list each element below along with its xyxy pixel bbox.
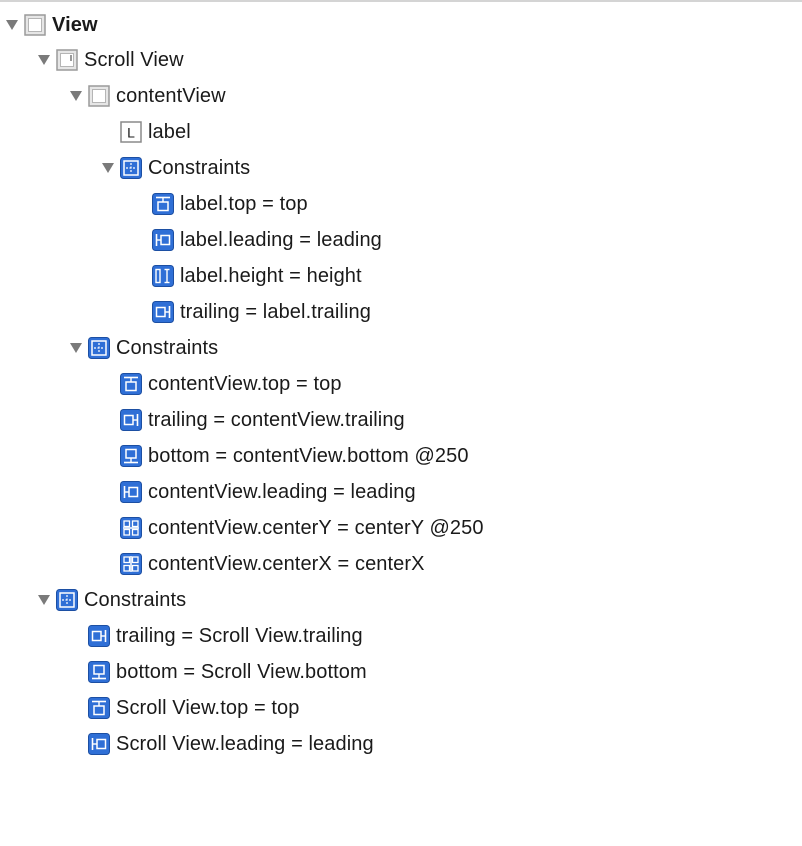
trailing-constraint-icon — [152, 301, 174, 323]
scroll-view-icon — [56, 49, 78, 71]
outline-label: label.leading = leading — [180, 229, 382, 251]
outline-label: Scroll View — [84, 49, 184, 71]
outline-row-content-view[interactable]: contentView — [0, 78, 802, 114]
outline-label: bottom = contentView.bottom @250 — [148, 445, 469, 467]
outline-row-constraint[interactable]: label.top = top — [0, 186, 802, 222]
outline-row-constraint[interactable]: contentView.top = top — [0, 366, 802, 402]
bottom-constraint-icon — [88, 661, 110, 683]
top-constraint-icon — [120, 373, 142, 395]
disclosure-triangle-icon[interactable] — [36, 582, 52, 618]
leading-constraint-icon — [88, 733, 110, 755]
disclosure-triangle-icon[interactable] — [68, 330, 84, 366]
disclosure-triangle-icon[interactable] — [100, 150, 116, 186]
outline-label: label.top = top — [180, 193, 308, 215]
outline-label: Scroll View.leading = leading — [116, 733, 374, 755]
outline-label: Scroll View.top = top — [116, 697, 300, 719]
outline-row-constraint[interactable]: bottom = Scroll View.bottom — [0, 654, 802, 690]
trailing-constraint-icon — [88, 625, 110, 647]
outline-row-constraint[interactable]: trailing = label.trailing — [0, 294, 802, 330]
top-divider — [0, 0, 802, 2]
outline-row-constraints-group[interactable]: Constraints — [0, 150, 802, 186]
outline-row-constraint[interactable]: trailing = Scroll View.trailing — [0, 618, 802, 654]
view-icon — [88, 85, 110, 107]
outline-row-scroll-view[interactable]: Scroll View — [0, 42, 802, 78]
outline-label: contentView.leading = leading — [148, 481, 416, 503]
leading-constraint-icon — [152, 229, 174, 251]
outline-row-constraint[interactable]: contentView.centerX = centerX — [0, 546, 802, 582]
outline-row-constraint[interactable]: Scroll View.top = top — [0, 690, 802, 726]
outline-label: contentView.top = top — [148, 373, 342, 395]
disclosure-triangle-icon[interactable] — [4, 7, 20, 43]
label-icon-glyph: L — [127, 125, 135, 141]
outline-label: View — [52, 14, 98, 36]
outline-label: trailing = Scroll View.trailing — [116, 625, 363, 647]
outline-row-constraint[interactable]: contentView.centerY = centerY @250 — [0, 510, 802, 546]
outline-label: contentView.centerX = centerX — [148, 553, 425, 575]
constraints-group-icon — [120, 157, 142, 179]
center-y-constraint-icon — [120, 517, 142, 539]
outline-label: label — [148, 121, 191, 143]
outline-row-constraint[interactable]: label.height = height — [0, 258, 802, 294]
outline-row-label[interactable]: L label — [0, 114, 802, 150]
leading-constraint-icon — [120, 481, 142, 503]
outline-label: trailing = contentView.trailing — [148, 409, 405, 431]
outline-label: Constraints — [148, 157, 251, 179]
bottom-constraint-icon — [120, 445, 142, 467]
disclosure-triangle-icon[interactable] — [68, 78, 84, 114]
label-icon: L — [120, 121, 142, 143]
outline-row-constraint[interactable]: label.leading = leading — [0, 222, 802, 258]
center-x-constraint-icon — [120, 553, 142, 575]
outline-label: Constraints — [116, 337, 219, 359]
height-constraint-icon — [152, 265, 174, 287]
constraints-group-icon — [56, 589, 78, 611]
outline-row-constraint[interactable]: trailing = contentView.trailing — [0, 402, 802, 438]
outline-row-constraints-group[interactable]: Constraints — [0, 582, 802, 618]
outline-row-constraints-group[interactable]: Constraints — [0, 330, 802, 366]
outline-row-constraint[interactable]: bottom = contentView.bottom @250 — [0, 438, 802, 474]
outline-row-constraint[interactable]: Scroll View.leading = leading — [0, 726, 802, 762]
disclosure-triangle-icon[interactable] — [36, 42, 52, 78]
outline-label: contentView — [116, 85, 226, 107]
top-constraint-icon — [152, 193, 174, 215]
document-outline: View Scroll View contentView L label Con… — [0, 8, 802, 762]
outline-label: contentView.centerY = centerY @250 — [148, 517, 484, 539]
outline-label: bottom = Scroll View.bottom — [116, 661, 367, 683]
outline-label: trailing = label.trailing — [180, 301, 371, 323]
outline-label: Constraints — [84, 589, 187, 611]
trailing-constraint-icon — [120, 409, 142, 431]
outline-row-constraint[interactable]: contentView.leading = leading — [0, 474, 802, 510]
constraints-group-icon — [88, 337, 110, 359]
outline-row-view[interactable]: View — [0, 8, 802, 42]
top-constraint-icon — [88, 697, 110, 719]
outline-label: label.height = height — [180, 265, 362, 287]
view-icon — [24, 14, 46, 36]
